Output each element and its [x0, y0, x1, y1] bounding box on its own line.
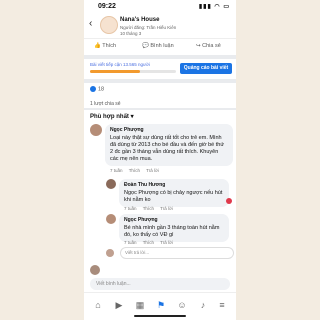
comment-bubble: Ngọc Phượng Loại này thật sự dùng rất tố…: [105, 124, 233, 166]
comment-reply-link[interactable]: Trả lời: [160, 240, 173, 245]
avatar[interactable]: [106, 179, 116, 189]
status-bar: 09:22 ▮▮▮ ◠ ▭: [84, 0, 236, 12]
commenter-name[interactable]: Ngọc Phượng: [124, 217, 224, 224]
comment-meta: 7 tuần Thích Trả lời: [110, 168, 164, 173]
post-meta: Người đăng: Trần Hiếu Kiên 10 tháng 3: [120, 25, 220, 37]
avatar: [90, 265, 100, 275]
comment-input[interactable]: Viết bình luận...: [90, 278, 230, 290]
phone-screen: 09:22 ▮▮▮ ◠ ▭ ‹ Nana's House Người đăng:…: [84, 0, 236, 320]
comment-reply-link[interactable]: Trả lời: [160, 206, 173, 211]
menu-icon[interactable]: ≡: [216, 299, 228, 311]
comment-like-link[interactable]: Thích: [129, 168, 140, 173]
reach-progress-fill: [90, 70, 140, 73]
sort-label: Phù hợp nhất: [90, 114, 129, 120]
comment-like-link[interactable]: Thích: [143, 240, 154, 245]
back-arrow-icon[interactable]: ‹: [89, 18, 92, 29]
like-label: Thích: [102, 43, 117, 49]
photo-background: 09:22 ▮▮▮ ◠ ▭ ‹ Nana's House Người đăng:…: [0, 0, 320, 320]
comment-text: Loại này thật sự dùng rất tốt cho trẻ em…: [110, 135, 225, 162]
reply-bubble: Ngọc Phượng Bé nhà mình gần 3 tháng toàn…: [119, 214, 229, 242]
store-icon[interactable]: ▦: [134, 299, 146, 311]
comment-button[interactable]: 💬 Bình luận: [142, 43, 174, 49]
post-actions: 👍 Thích 💬 Bình luận ↪ Chia sẻ: [84, 40, 236, 52]
commenter-name[interactable]: Ngọc Phượng: [110, 127, 228, 134]
comment-text: Bé nhà mình gần 3 tháng toàn hút nằm đó,…: [124, 225, 220, 238]
page-avatar[interactable]: [100, 16, 118, 34]
comment-label: Bình luận: [150, 43, 174, 49]
reply-input[interactable]: Viết trả lời...: [120, 247, 234, 259]
avatar[interactable]: [90, 124, 102, 136]
like-reaction-icon: [90, 86, 96, 92]
status-time: 09:22: [98, 3, 116, 10]
comment-meta: 7 tuần Thích Trả lời: [124, 206, 178, 211]
divider: [84, 108, 236, 110]
like-button[interactable]: 👍 Thích: [94, 43, 116, 49]
share-label: Chia sẻ: [202, 43, 221, 49]
heart-reaction-icon: [226, 198, 232, 204]
comment-sort-dropdown[interactable]: Phù hợp nhất ▾: [90, 113, 134, 120]
share-button[interactable]: ↪ Chia sẻ: [196, 43, 221, 49]
groups-icon[interactable]: ☺: [176, 299, 188, 311]
comment-text: Ngọc Phượng có bị chảy ngược nếu hút khi…: [124, 190, 223, 203]
reach-progress-bar: [90, 70, 176, 73]
reach-text: Bài viết tiếp cận 13.565 người: [90, 62, 151, 67]
comment-time: 7 tuần: [124, 240, 137, 245]
comment-reply-link[interactable]: Trả lời: [146, 168, 159, 173]
post-header: ‹ Nana's House Người đăng: Trần Hiếu Kiê…: [84, 12, 236, 39]
commenter-name[interactable]: Đoàn Thu Hương: [124, 182, 224, 189]
comment-time: 7 tuần: [110, 168, 123, 173]
likes-value: 18: [98, 86, 105, 93]
status-icons: ▮▮▮ ◠ ▭: [198, 4, 230, 10]
divider: [84, 79, 236, 83]
avatar[interactable]: [106, 214, 116, 224]
home-indicator: [134, 315, 186, 317]
divider: [84, 55, 236, 59]
comment-time: 7 tuần: [124, 206, 137, 211]
share-count[interactable]: 1 lượt chia sẻ: [90, 101, 121, 107]
comment-meta: 7 tuần Thích Trả lời: [124, 240, 178, 245]
post-date: 10 tháng 3: [120, 31, 142, 36]
reply-bubble: Đoàn Thu Hương Ngọc Phượng có bị chảy ng…: [119, 179, 229, 207]
avatar: [106, 249, 114, 257]
bell-icon[interactable]: ♪: [197, 299, 209, 311]
page-name[interactable]: Nana's House: [120, 17, 159, 23]
boost-post-button[interactable]: Quảng cáo bài viết: [180, 63, 232, 74]
comment-like-link[interactable]: Thích: [143, 206, 154, 211]
video-icon[interactable]: ▶: [113, 299, 125, 311]
likes-count[interactable]: 18: [90, 86, 104, 92]
post-author-line: Người đăng: Trần Hiếu Kiên: [120, 25, 177, 30]
flag-icon[interactable]: ⚑: [155, 299, 167, 311]
home-icon[interactable]: ⌂: [92, 299, 104, 311]
